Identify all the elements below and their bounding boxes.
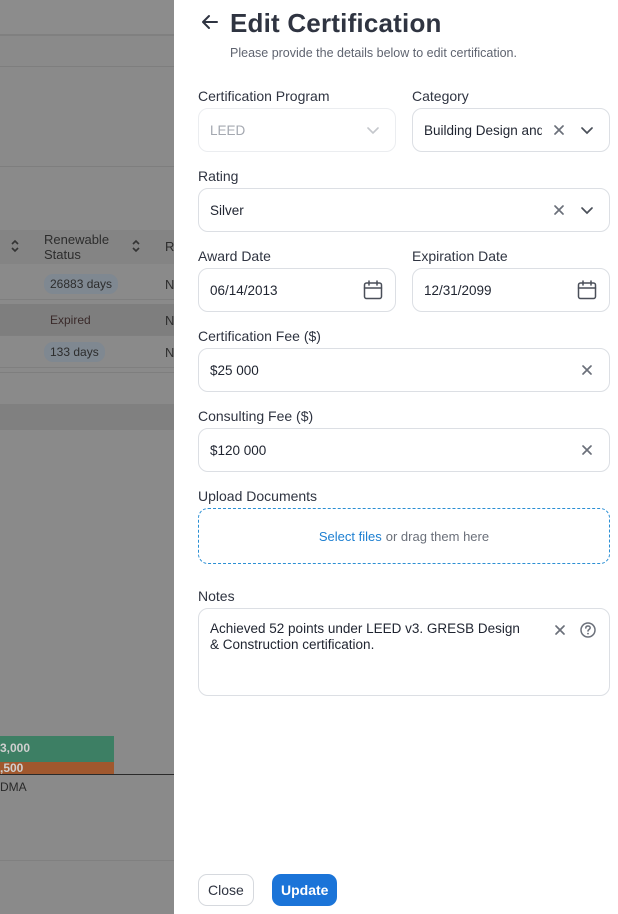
chevron-down-icon[interactable] <box>576 119 598 141</box>
file-dropzone[interactable]: Select files or drag them here <box>198 508 610 564</box>
upload-documents-label: Upload Documents <box>198 488 318 504</box>
rating-select[interactable]: Silver <box>198 188 610 232</box>
close-icon[interactable] <box>576 439 598 461</box>
status-badge: 26883 days <box>44 274 119 294</box>
page-subtitle: Please provide the details below to edit… <box>230 46 517 60</box>
chevron-down-icon <box>362 119 384 141</box>
background-divider <box>0 66 174 67</box>
consulting-fee-label: Consulting Fee ($) <box>198 408 314 424</box>
sort-icon <box>131 239 141 256</box>
notes-value: Achieved 52 points under LEED v3. GRESB … <box>210 621 520 652</box>
program-value: LEED <box>210 122 246 138</box>
table-row: 133 days N <box>0 336 174 368</box>
close-button[interactable]: Close <box>198 874 254 906</box>
table-cell: N <box>165 345 174 360</box>
program-label: Certification Program <box>198 88 330 104</box>
notes-label: Notes <box>198 588 235 604</box>
calendar-icon[interactable] <box>362 279 384 301</box>
dropzone-hint: or drag them here <box>385 528 490 544</box>
status-badge: 133 days <box>44 342 105 362</box>
table-cell: N <box>165 313 174 328</box>
chart-data-label: 3,000 <box>0 741 31 755</box>
table-row: Expired N <box>0 304 174 336</box>
expiration-date-value: 12/31/2099 <box>424 282 492 298</box>
program-select: LEED <box>198 108 396 152</box>
close-icon[interactable] <box>549 619 571 641</box>
background-page: Renewable Status Re 26883 days N Expired… <box>0 0 174 914</box>
sort-icon <box>10 239 20 256</box>
chart-axis <box>0 774 174 775</box>
consulting-fee-value: $120 000 <box>210 442 267 458</box>
consulting-fee-input[interactable]: $120 000 <box>198 428 610 472</box>
certification-fee-input[interactable]: $25 000 <box>198 348 610 392</box>
close-icon[interactable] <box>576 359 598 381</box>
category-select[interactable]: Building Design and Construction <box>412 108 610 152</box>
update-button[interactable]: Update <box>272 874 338 906</box>
rating-value: Silver <box>210 202 244 218</box>
calendar-icon[interactable] <box>576 279 598 301</box>
background-divider <box>0 166 174 167</box>
table-row: 26883 days N <box>0 268 174 300</box>
category-value: Building Design and Construction <box>424 122 542 138</box>
background-divider <box>0 372 174 373</box>
notes-textarea[interactable]: Achieved 52 points under LEED v3. GRESB … <box>198 608 610 696</box>
award-date-label: Award Date <box>198 248 271 264</box>
background-header <box>0 0 174 36</box>
category-label: Category <box>412 88 469 104</box>
award-date-value: 06/14/2013 <box>210 282 278 298</box>
close-icon[interactable] <box>548 119 570 141</box>
status-badge: Expired <box>50 313 91 327</box>
edit-certification-drawer: Edit Certification Please provide the de… <box>174 0 618 914</box>
select-files-link[interactable]: Select files <box>319 529 382 544</box>
expiration-date-label: Expiration Date <box>412 248 508 264</box>
expiration-date-input[interactable]: 12/31/2099 <box>412 268 610 312</box>
back-button[interactable] <box>198 12 222 36</box>
close-icon[interactable] <box>548 199 570 221</box>
chart-tick-label: DMA <box>0 780 27 794</box>
arrow-left-icon <box>200 12 220 37</box>
page-title: Edit Certification <box>230 8 442 38</box>
chart-data-label: ,500 <box>0 761 24 775</box>
background-footer <box>0 860 174 914</box>
column-header-next: Re <box>165 239 174 254</box>
rating-label: Rating <box>198 168 239 184</box>
certification-fee-label: Certification Fee ($) <box>198 328 321 344</box>
background-section-header <box>0 404 174 430</box>
table-cell: N <box>165 277 174 292</box>
help-icon[interactable] <box>577 619 599 641</box>
certification-fee-value: $25 000 <box>210 362 259 378</box>
award-date-input[interactable]: 06/14/2013 <box>198 268 396 312</box>
chevron-down-icon[interactable] <box>576 199 598 221</box>
column-header-renewable-status: Renewable Status <box>44 232 110 262</box>
